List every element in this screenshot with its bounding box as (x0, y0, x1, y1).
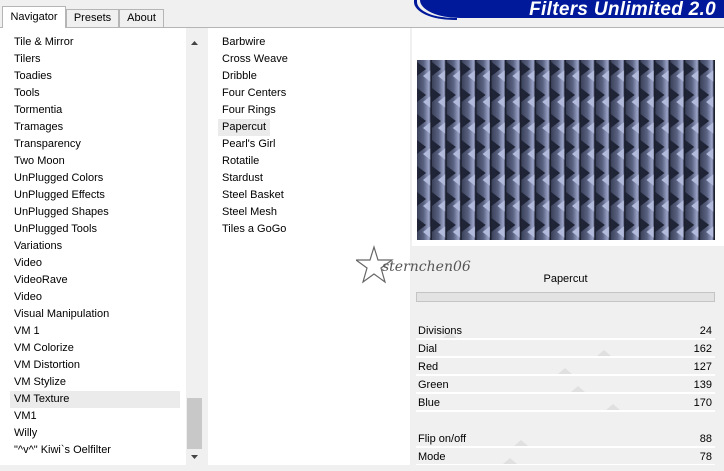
param-slider-thumb[interactable] (558, 368, 572, 374)
category-item[interactable]: UnPlugged Colors (10, 170, 180, 187)
category-item[interactable]: VM Distortion (10, 357, 180, 374)
category-item[interactable]: Tools (10, 85, 180, 102)
filter-item[interactable]: Four Rings (218, 102, 280, 119)
param-value: 78 (699, 451, 712, 463)
category-item[interactable]: Video (10, 255, 180, 272)
category-item[interactable]: VM Stylize (10, 374, 180, 391)
param-label: Mode (418, 451, 446, 463)
param-slider-thumb[interactable] (514, 440, 528, 446)
param-slider-thumb[interactable] (571, 386, 585, 392)
category-item[interactable]: VM1 (10, 408, 180, 425)
param-row: Divisions 24 (416, 322, 715, 340)
category-item[interactable]: Tilers (10, 51, 180, 68)
category-item[interactable]: VM 1 (10, 323, 180, 340)
param-value: 24 (699, 325, 712, 337)
category-item[interactable]: Tramages (10, 119, 180, 136)
param-slider-thumb[interactable] (597, 350, 611, 356)
param-label: Green (418, 379, 449, 391)
filter-item[interactable]: Papercut (218, 119, 271, 136)
param-slider-thumb[interactable] (503, 458, 517, 464)
param-row: Flip on/off 88 (416, 430, 715, 448)
param-row: Red 127 (416, 358, 715, 376)
down-arrow-icon (191, 455, 198, 459)
param-label: Flip on/off (418, 433, 467, 445)
filter-item[interactable]: Steel Mesh (218, 204, 281, 221)
category-item[interactable]: Visual Manipulation (10, 306, 180, 323)
scroll-thumb[interactable] (187, 398, 202, 449)
filter-item[interactable]: Cross Weave (218, 51, 292, 68)
category-item[interactable]: Two Moon (10, 153, 180, 170)
param-value: 170 (693, 397, 712, 409)
category-item[interactable]: Willy (10, 425, 180, 442)
filter-item[interactable]: Rotatile (218, 153, 263, 170)
filter-item[interactable]: Dribble (218, 68, 261, 85)
filter-item[interactable]: Steel Basket (218, 187, 288, 204)
up-arrow-icon (191, 41, 198, 45)
param-label: Red (418, 361, 439, 373)
preview-image (417, 60, 715, 240)
filter-item[interactable]: Barbwire (218, 34, 269, 51)
category-item[interactable]: "^v^" Kiwi`s Oelfilter (10, 442, 180, 459)
category-item[interactable]: VM Colorize (10, 340, 180, 357)
scroll-up-button[interactable] (186, 36, 203, 51)
papercut-preview (417, 60, 715, 240)
param-value: 127 (693, 361, 712, 373)
category-scrollbar[interactable] (186, 36, 203, 465)
brand-title: Filters Unlimited 2.0 (529, 0, 716, 20)
tab-presets[interactable]: Presets (66, 9, 119, 27)
param-label: Dial (418, 343, 437, 355)
param-row: Blue 170 (416, 394, 715, 412)
param-row: Dial 162 (416, 340, 715, 358)
param-row: Mode 78 (416, 448, 715, 466)
filter-item[interactable]: Stardust (218, 170, 267, 187)
scroll-down-button[interactable] (186, 450, 203, 465)
filter-title: Papercut (543, 273, 588, 285)
category-item[interactable]: Video (10, 289, 180, 306)
param-value: 88 (699, 433, 712, 445)
bottom-strip (0, 465, 724, 471)
category-item[interactable]: Transparency (10, 136, 180, 153)
category-item[interactable]: Toadies (10, 68, 180, 85)
filter-title-box (416, 292, 715, 302)
category-item[interactable]: VM Texture (10, 391, 180, 408)
param-row: Green 139 (416, 376, 715, 394)
tab-about[interactable]: About (119, 9, 164, 27)
param-value: 139 (693, 379, 712, 391)
param-slider-track[interactable] (416, 410, 715, 412)
category-item[interactable]: Variations (10, 238, 180, 255)
param-label: Divisions (418, 325, 463, 337)
category-item[interactable]: UnPlugged Effects (10, 187, 180, 204)
param-value: 162 (693, 343, 712, 355)
param-slider-thumb[interactable] (606, 404, 620, 410)
brand-banner: Filters Unlimited 2.0 (414, 0, 724, 20)
category-item[interactable]: VideoRave (10, 272, 180, 289)
filter-item[interactable]: Pearl's Girl (218, 136, 279, 153)
category-item[interactable]: UnPlugged Tools (10, 221, 180, 238)
param-label: Blue (418, 397, 441, 409)
category-item[interactable]: UnPlugged Shapes (10, 204, 180, 221)
category-item[interactable]: Tormentia (10, 102, 180, 119)
filter-item[interactable]: Four Centers (218, 85, 290, 102)
filter-item[interactable]: Tiles a GoGo (218, 221, 290, 238)
category-item[interactable]: Tile & Mirror (10, 34, 180, 51)
category-list[interactable]: Tile & Mirror Tilers Toadies Tools Tormentia… (0, 28, 186, 465)
tab-navigator[interactable]: Navigator (2, 6, 66, 28)
